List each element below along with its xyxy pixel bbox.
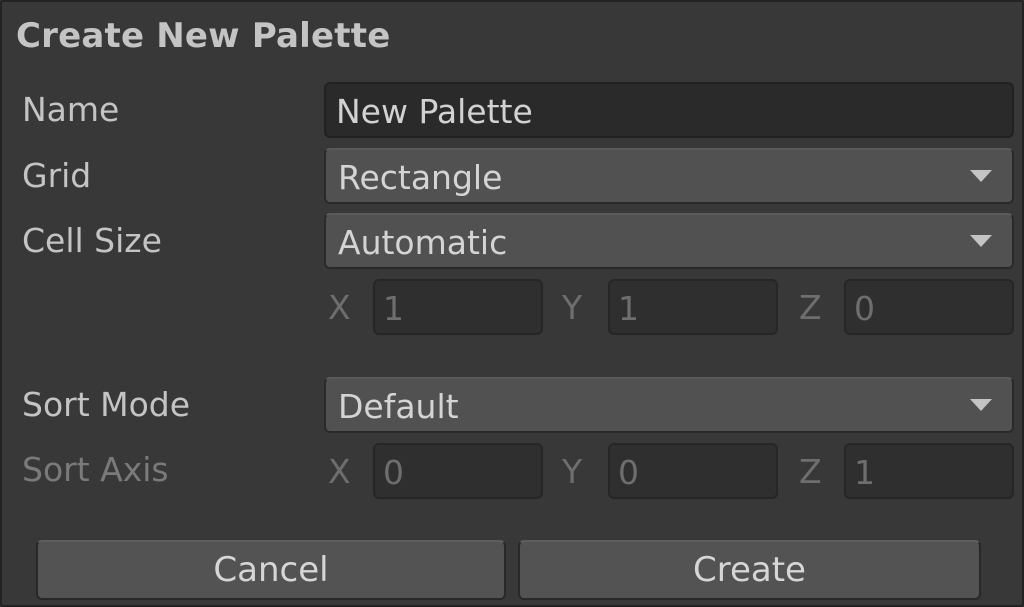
sort-mode-label: Sort Mode xyxy=(22,385,191,424)
sort-axis-z-value: 1 xyxy=(854,453,875,492)
cell-size-y-field[interactable]: 1 xyxy=(608,279,778,335)
chevron-down-icon xyxy=(970,235,992,247)
sort-axis-y-value: 0 xyxy=(618,453,639,492)
chevron-down-icon xyxy=(970,399,992,411)
sort-axis-y-label: Y xyxy=(562,452,583,491)
sort-axis-x-field[interactable]: 0 xyxy=(373,443,543,499)
cell-size-label: Cell Size xyxy=(22,221,162,260)
chevron-down-icon xyxy=(970,170,992,182)
cell-size-z-value: 0 xyxy=(854,289,875,328)
cell-size-y-value: 1 xyxy=(618,289,639,328)
sort-axis-z-field[interactable]: 1 xyxy=(844,443,1014,499)
grid-dropdown[interactable]: Rectangle xyxy=(324,148,1014,204)
dialog-title: Create New Palette xyxy=(16,16,391,56)
name-label: Name xyxy=(22,90,120,129)
cell-size-x-value: 1 xyxy=(383,289,404,328)
cell-size-z-field[interactable]: 0 xyxy=(844,279,1014,335)
cancel-button[interactable]: Cancel xyxy=(36,540,506,600)
create-palette-dialog: Create New Palette Name New Palette Grid… xyxy=(0,0,1024,607)
grid-dropdown-value: Rectangle xyxy=(338,158,503,197)
cell-size-x-field[interactable]: 1 xyxy=(373,279,543,335)
cell-size-dropdown-value: Automatic xyxy=(338,223,508,262)
sort-mode-dropdown-value: Default xyxy=(338,387,459,426)
name-input[interactable]: New Palette xyxy=(324,82,1014,138)
sort-mode-dropdown[interactable]: Default xyxy=(324,377,1014,433)
sort-axis-label: Sort Axis xyxy=(22,450,169,489)
sort-axis-z-label: Z xyxy=(799,452,822,491)
sort-axis-x-label: X xyxy=(328,452,351,491)
cell-size-y-label: Y xyxy=(562,288,583,327)
cell-size-x-label: X xyxy=(328,288,351,327)
sort-axis-y-field[interactable]: 0 xyxy=(608,443,778,499)
cell-size-dropdown[interactable]: Automatic xyxy=(324,213,1014,269)
name-input-value: New Palette xyxy=(336,92,533,131)
sort-axis-x-value: 0 xyxy=(383,453,404,492)
create-button[interactable]: Create xyxy=(518,540,981,600)
grid-label: Grid xyxy=(22,156,92,195)
cell-size-z-label: Z xyxy=(799,288,822,327)
